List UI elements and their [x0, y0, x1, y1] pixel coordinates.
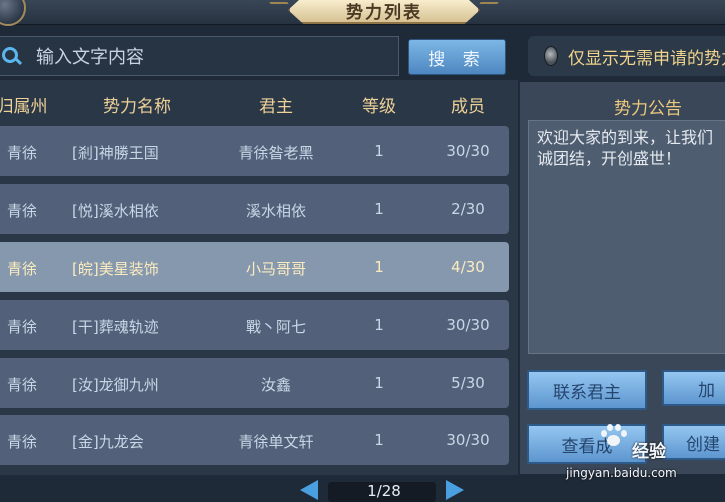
- announcement-title: 势力公告: [614, 99, 682, 119]
- cell-faction-name: [汝]龙御九州: [72, 376, 159, 394]
- watermark-brand: 经验: [632, 442, 666, 462]
- page-indicator: 1/28: [367, 482, 401, 500]
- search-button[interactable]: 搜 索: [408, 39, 506, 75]
- table-row[interactable]: 青徐 [悦]溪水相依 溪水相依 1 2/30: [0, 184, 509, 234]
- cell-faction-name: [干]葬魂轨迹: [72, 318, 159, 336]
- filter-label: 仅显示无需申请的势力: [568, 48, 725, 69]
- join-button[interactable]: 加: [662, 370, 725, 406]
- cell-region: 青徐: [6, 376, 38, 394]
- cell-members: 30/30: [446, 142, 490, 160]
- window-title: 势力列表: [346, 2, 422, 23]
- cell-faction-name: [皖]美星装饰: [72, 260, 159, 278]
- cell-members: 4/30: [451, 258, 485, 276]
- pagination: 1/28: [300, 478, 470, 502]
- table-row[interactable]: 青徐 [干]葬魂轨迹 戰丶阿七 1 30/30: [0, 300, 509, 350]
- header-region: 归属州: [0, 97, 48, 117]
- cell-level: 1: [374, 142, 384, 160]
- cell-leader: 小马哥哥: [245, 260, 307, 278]
- table-row[interactable]: 青徐 [金]九龙会 青徐单文轩 1 30/30: [0, 415, 509, 465]
- view-members-button[interactable]: 查看成: [527, 424, 647, 464]
- cell-level: 1: [374, 374, 384, 392]
- cell-faction-name: [剎]神勝王国: [72, 144, 159, 162]
- table-header: 归属州 势力名称 君主 等级 成员: [0, 88, 518, 118]
- cell-leader: 青徐昝老黑: [238, 144, 314, 162]
- search-placeholder: 输入文字内容: [36, 47, 144, 68]
- cell-faction-name: [悦]溪水相依: [72, 202, 159, 220]
- announcement-text: 欢迎大家的到来，让我们 诚团结，开创盛世！: [537, 127, 725, 169]
- radio-button-icon[interactable]: [544, 46, 558, 66]
- paw-logo-icon: [598, 422, 628, 448]
- cell-leader: 汝鑫: [260, 376, 292, 394]
- cell-region: 青徐: [6, 202, 38, 220]
- cell-faction-name: [金]九龙会: [72, 433, 144, 451]
- header-members: 成员: [451, 97, 485, 117]
- cell-members: 30/30: [446, 431, 490, 449]
- table-row[interactable]: 青徐 [皖]美星装饰 小马哥哥 1 4/30: [0, 242, 509, 292]
- window-title-plate: 势力列表: [288, 0, 480, 24]
- cell-region: 青徐: [6, 144, 38, 162]
- header-faction-name: 势力名称: [103, 97, 171, 117]
- cell-leader: 戰丶阿七: [245, 318, 307, 336]
- contact-leader-button[interactable]: 联系君主: [527, 370, 647, 410]
- cell-region: 青徐: [6, 318, 38, 336]
- cell-members: 30/30: [446, 316, 490, 334]
- cell-members: 2/30: [451, 200, 485, 218]
- header-leader: 君主: [259, 97, 293, 117]
- cell-level: 1: [374, 316, 384, 334]
- filter-toggle[interactable]: 仅显示无需申请的势力: [528, 36, 725, 76]
- announcement-line: 诚团结，开创盛世！: [537, 149, 682, 168]
- create-faction-button[interactable]: 创建: [662, 424, 725, 460]
- cell-level: 1: [374, 258, 384, 276]
- cell-level: 1: [374, 431, 384, 449]
- table-row[interactable]: 青徐 [剎]神勝王国 青徐昝老黑 1 30/30: [0, 126, 509, 176]
- watermark-url: jingyan.baidu.com: [566, 466, 677, 480]
- cell-leader: 溪水相依: [245, 202, 307, 220]
- prev-page-arrow-icon[interactable]: [300, 480, 318, 500]
- search-input[interactable]: 输入文字内容: [0, 36, 399, 76]
- search-icon: [2, 47, 23, 66]
- header-level: 等级: [362, 97, 396, 117]
- cell-region: 青徐: [6, 433, 38, 451]
- cell-level: 1: [374, 200, 384, 218]
- table-row[interactable]: 青徐 [汝]龙御九州 汝鑫 1 5/30: [0, 358, 509, 408]
- cell-members: 5/30: [451, 374, 485, 392]
- cell-leader: 青徐单文轩: [238, 433, 314, 451]
- next-page-arrow-icon[interactable]: [446, 480, 464, 500]
- announcement-line: 欢迎大家的到来，让我们: [537, 128, 714, 147]
- cell-region: 青徐: [6, 260, 38, 278]
